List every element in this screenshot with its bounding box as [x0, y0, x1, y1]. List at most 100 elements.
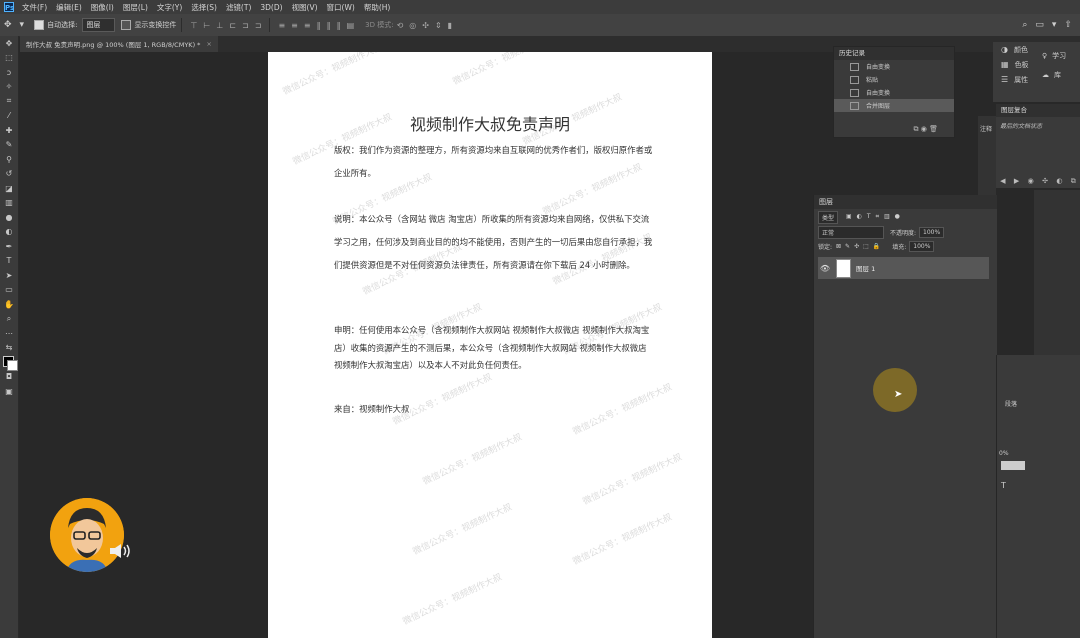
type-icon[interactable]: T	[1001, 481, 1006, 490]
dodge-tool-icon[interactable]: ◐	[0, 225, 18, 240]
type-tool-icon[interactable]: T	[0, 254, 18, 269]
distribute-icon[interactable]: ≡	[304, 21, 311, 30]
menu-select[interactable]: 选择(S)	[191, 2, 217, 13]
marquee-tool-icon[interactable]: ⬚	[0, 51, 18, 66]
menu-help[interactable]: 帮助(H)	[364, 2, 391, 13]
quick-mask-icon[interactable]: ◘	[0, 370, 18, 385]
auto-align-icon[interactable]: ▤	[347, 21, 355, 30]
distribute-icon[interactable]: ≡	[291, 21, 298, 30]
move-tool-icon[interactable]: ✥	[0, 36, 18, 51]
layer-row[interactable]: 👁 图层 1	[818, 257, 989, 279]
hand-tool-icon[interactable]: ✋	[0, 297, 18, 312]
next-icon[interactable]: ▶	[1014, 177, 1019, 185]
search-icon[interactable]: ⌕	[1022, 20, 1027, 30]
align-left-icon[interactable]: ⊏	[229, 21, 236, 30]
menu-filter[interactable]: 滤镜(T)	[226, 2, 251, 13]
library-panel-tab[interactable]: ☁ 库	[1042, 67, 1080, 82]
align-top-icon[interactable]: ⊤	[190, 21, 197, 30]
3d-roll-icon[interactable]: ◎	[409, 21, 416, 30]
auto-select-dropdown[interactable]: 图层	[82, 18, 116, 32]
gradient-tool-icon[interactable]: ▥	[0, 196, 18, 211]
history-footer-icons[interactable]: ⧉ ◉ 🗑	[914, 125, 938, 134]
learn-panel-tab[interactable]: ♀ 学习	[1042, 48, 1080, 63]
blur-tool-icon[interactable]: ●	[0, 210, 18, 225]
3d-drag-icon[interactable]: ✣	[422, 21, 429, 30]
swap-colors-icon[interactable]: ⇆	[0, 341, 18, 356]
menu-file[interactable]: 文件(F)	[22, 2, 47, 13]
eraser-icon[interactable]: ◪	[0, 181, 18, 196]
color-swatches-icon[interactable]	[0, 355, 18, 371]
filter-kind-dropdown[interactable]: 类型	[818, 210, 839, 224]
lock-icons[interactable]: ⊠✎✣⬚🔒	[836, 243, 884, 250]
layer-comps-toolbar: ◀ ▶ ◉ ✣ ◐ ⧉	[996, 174, 1080, 188]
magic-wand-icon[interactable]: ✧	[0, 80, 18, 95]
notes-label[interactable]: 注释	[978, 116, 996, 141]
clone-stamp-icon[interactable]: ⚲	[0, 152, 18, 167]
screen-mode-icon[interactable]: ▣	[0, 384, 18, 399]
healing-brush-icon[interactable]: ✚	[0, 123, 18, 138]
blend-row: 正常 不透明度: 100%	[814, 225, 997, 239]
eyedropper-icon[interactable]: ⁄	[0, 109, 18, 124]
divider	[181, 18, 183, 32]
align-middle-icon[interactable]: ⊢	[203, 21, 210, 30]
lasso-tool-icon[interactable]: ↄ	[0, 65, 18, 80]
history-item[interactable]: 自由变换	[834, 60, 954, 73]
fill-input[interactable]: 100%	[909, 240, 935, 252]
menu-image[interactable]: 图像(I)	[91, 2, 114, 13]
color-swatch[interactable]	[1001, 461, 1025, 470]
path-select-icon[interactable]: ➤	[0, 268, 18, 283]
history-item[interactable]: 自由变换	[834, 86, 954, 99]
distribute-icon[interactable]: ≡	[278, 21, 285, 30]
distribute-icon[interactable]: ‖	[337, 21, 341, 30]
eye-icon[interactable]: 👁	[818, 264, 832, 273]
history-brush-icon[interactable]: ↺	[0, 167, 18, 182]
3d-rotate-icon[interactable]: ⟲	[397, 21, 404, 30]
share-icon[interactable]: ⇧	[1064, 20, 1072, 30]
layer-comps-state[interactable]: 最后的文档状态	[996, 117, 1080, 134]
appearance-icon[interactable]: ◐	[1056, 177, 1062, 185]
align-right-icon[interactable]: ⊐	[255, 21, 262, 30]
menu-type[interactable]: 文字(Y)	[157, 2, 182, 13]
crop-tool-icon[interactable]: ⌗	[0, 94, 18, 109]
history-item-label: 粘贴	[866, 77, 879, 84]
align-bottom-icon[interactable]: ⊥	[216, 21, 223, 30]
distribute-icon[interactable]: ‖	[327, 21, 331, 30]
3d-slide-icon[interactable]: ⇕	[435, 21, 442, 30]
visibility-icon[interactable]: ◉	[1028, 177, 1034, 185]
more-tools-icon[interactable]: ⋯	[0, 326, 18, 341]
3d-scale-icon[interactable]: ▮	[448, 21, 452, 30]
distribute-icon[interactable]: ‖	[317, 21, 321, 30]
menu-view[interactable]: 视图(V)	[292, 2, 318, 13]
move-tool-icon[interactable]: ✥	[4, 20, 12, 30]
position-icon[interactable]: ✣	[1042, 177, 1048, 185]
align-center-icon[interactable]: ⊐	[242, 21, 249, 30]
menu-3d[interactable]: 3D(D)	[260, 3, 282, 12]
pen-tool-icon[interactable]: ✒	[0, 239, 18, 254]
opacity-input[interactable]: 100%	[919, 226, 945, 238]
menu-edit[interactable]: 编辑(E)	[56, 2, 82, 13]
history-item[interactable]: 合并图层	[834, 99, 954, 112]
blend-mode-dropdown[interactable]: 正常	[818, 225, 884, 239]
brush-tool-icon[interactable]: ✎	[0, 138, 18, 153]
speaker-icon	[110, 544, 130, 558]
rectangle-tool-icon[interactable]: ▭	[0, 283, 18, 298]
chevron-down-icon[interactable]: ▾	[20, 20, 25, 30]
3d-mode-label: 3D 模式:	[365, 21, 394, 29]
menu-window[interactable]: 窗口(W)	[327, 2, 355, 13]
chevron-down-icon[interactable]: ▾	[1052, 20, 1057, 30]
zoom-tool-icon[interactable]: ⌕	[0, 312, 18, 327]
document-tab[interactable]: 制作大叔 免责声明.png @ 100% (图层 1, RGB/8/CMYK) …	[20, 36, 218, 52]
menu-layer[interactable]: 图层(L)	[123, 2, 148, 13]
history-item[interactable]: 粘贴	[834, 73, 954, 86]
new-icon[interactable]: ⧉	[1071, 177, 1076, 186]
prev-icon[interactable]: ◀	[1000, 177, 1005, 185]
filter-icons[interactable]: ▣◐T⌗▥●	[846, 213, 905, 221]
watermark: 微信公众号：视频制作大叔	[411, 502, 514, 558]
document-canvas[interactable]: 微信公众号：视频制作大叔 微信公众号：视频制作大叔 微信公众号：视频制作大叔 微…	[268, 52, 712, 638]
properties-label: 属性	[1014, 75, 1029, 84]
show-transform-checkbox[interactable]	[121, 20, 132, 30]
library-label: 库	[1054, 70, 1061, 79]
close-icon[interactable]: ×	[206, 40, 211, 48]
workspace-icon[interactable]: ▭	[1035, 20, 1044, 30]
auto-select-checkbox[interactable]	[34, 20, 45, 30]
